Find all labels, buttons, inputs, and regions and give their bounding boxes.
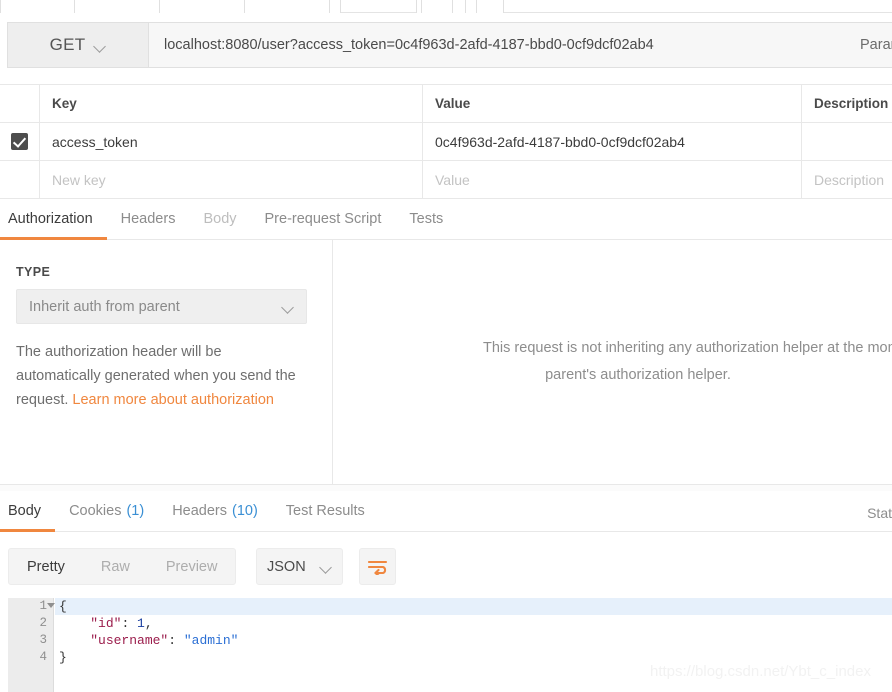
- word-wrap-icon: [367, 560, 387, 575]
- response-tab-cookies[interactable]: Cookies (1): [55, 492, 158, 532]
- auth-right-column: This request is not inheriting any autho…: [334, 240, 892, 484]
- view-mode-segmented-control: Pretty Raw Preview: [8, 548, 237, 585]
- code-token-pun: :: [168, 633, 184, 648]
- response-tab-label: Body: [8, 502, 42, 519]
- request-tab-5[interactable]: [329, 0, 341, 13]
- response-tab-label: Cookies: [69, 502, 122, 519]
- response-format-value: JSON: [267, 558, 306, 575]
- table-row: access_token 0c4f963d-2afd-4187-bbd0-0cf…: [0, 123, 892, 161]
- response-status-label: Stat: [867, 505, 892, 521]
- row-checkbox[interactable]: [11, 133, 28, 150]
- request-tab-4[interactable]: [244, 0, 330, 13]
- tab-pre-request-script[interactable]: Pre-request Script: [251, 200, 396, 240]
- chevron-down-icon: [321, 563, 332, 570]
- response-format-select[interactable]: JSON: [256, 548, 343, 585]
- code-line: {: [55, 598, 892, 615]
- response-tab-headers[interactable]: Headers (10): [158, 492, 272, 532]
- header-key: Key: [40, 85, 423, 122]
- view-mode-preview[interactable]: Preview: [148, 549, 236, 584]
- request-tab-3[interactable]: [159, 0, 245, 13]
- tab-tests[interactable]: Tests: [395, 200, 457, 240]
- watermark: https://blog.csdn.net/Ybt_c_index: [650, 663, 871, 680]
- word-wrap-button[interactable]: [359, 548, 396, 585]
- line-number: 2: [39, 616, 47, 630]
- line-number: 3: [39, 633, 47, 647]
- code-line: "username": "admin": [55, 632, 892, 649]
- row-enable-cell[interactable]: [0, 123, 40, 160]
- code-token-pun: [59, 633, 90, 648]
- new-row-checkbox-cell[interactable]: [0, 161, 40, 198]
- response-tab-body[interactable]: Body: [0, 492, 56, 532]
- response-tab-label: Test Results: [285, 502, 365, 519]
- auth-help-text: The authorization header will be automat…: [16, 340, 301, 412]
- fold-triangle-icon[interactable]: [47, 603, 55, 608]
- code-token-pun: :: [121, 616, 138, 631]
- response-separator: [0, 484, 892, 491]
- line-number-gutter: 12 3 4: [8, 598, 55, 692]
- new-description-input[interactable]: Description: [802, 161, 892, 198]
- http-method-label: GET: [49, 35, 86, 54]
- view-mode-raw[interactable]: Raw: [83, 549, 148, 584]
- new-key-input[interactable]: New key: [40, 161, 423, 198]
- request-tab-8[interactable]: [452, 0, 466, 13]
- row-description-input[interactable]: [802, 123, 892, 160]
- request-tab-7[interactable]: [421, 0, 453, 13]
- table-header-row: Key Value Description: [0, 85, 892, 123]
- code-token-pun: }: [59, 650, 67, 665]
- code-token-num: 1: [137, 616, 145, 631]
- response-tab-count: (1): [126, 502, 145, 519]
- header-value: Value: [423, 85, 802, 122]
- code-token-pun: [59, 616, 90, 631]
- request-tab-10[interactable]: [476, 0, 504, 13]
- auth-inherit-notice: This request is not inheriting any autho…: [333, 335, 892, 389]
- request-section-tabs: Authorization Headers Body Pre-request Scri…: [0, 199, 892, 240]
- view-mode-pretty[interactable]: Pretty: [9, 549, 83, 584]
- code-token-key: "username": [90, 633, 169, 648]
- auth-notice-line-1: This request is not inheriting any autho…: [483, 340, 892, 356]
- auth-type-label: TYPE: [16, 265, 51, 279]
- url-bar: GET localhost:8080/user?access_token=0c4…: [7, 22, 892, 68]
- table-new-row: New key Value Description: [0, 161, 892, 199]
- chevron-down-icon: [283, 303, 294, 310]
- code-token-pun: ,: [144, 616, 153, 631]
- tab-headers[interactable]: Headers: [107, 200, 190, 240]
- code-token-pun: {: [59, 599, 67, 614]
- header-description: Description: [814, 96, 889, 111]
- request-tab-1[interactable]: [0, 0, 75, 13]
- auth-notice-line-2: parent's authorization helper.: [545, 367, 731, 383]
- response-tab-count: (10): [232, 502, 258, 519]
- auth-learn-more-link[interactable]: Learn more about authorization: [72, 392, 274, 408]
- row-value-input[interactable]: 0c4f963d-2afd-4187-bbd0-0cf9dcf02ab4: [423, 123, 802, 160]
- code-token-key: "id": [90, 616, 122, 631]
- code-token-str: "admin": [183, 633, 239, 648]
- line-number: 1: [8, 598, 55, 615]
- http-method-selector[interactable]: GET: [7, 22, 148, 68]
- auth-type-value: Inherit auth from parent: [29, 298, 180, 315]
- tab-body[interactable]: Body: [189, 200, 250, 240]
- response-section-tabs: Body Cookies (1) Headers (10) Test Results: [0, 491, 892, 532]
- tab-authorization[interactable]: Authorization: [0, 200, 107, 240]
- query-params-table: Key Value Description access_token 0c4f9…: [0, 84, 892, 199]
- code-line: "id": 1,: [55, 615, 892, 632]
- request-tab-2[interactable]: [74, 0, 160, 13]
- new-value-input[interactable]: Value: [423, 161, 802, 198]
- auth-type-select[interactable]: Inherit auth from parent: [16, 289, 307, 324]
- request-tab-strip[interactable]: [0, 0, 892, 13]
- auth-left-column: TYPE Inherit auth from parent The author…: [0, 240, 333, 484]
- url-input[interactable]: localhost:8080/user?access_token=0c4f963…: [148, 22, 892, 68]
- line-number: 4: [39, 650, 47, 664]
- row-key-input[interactable]: access_token: [40, 123, 423, 160]
- header-checkbox-cell: [0, 85, 40, 122]
- authorization-panel: TYPE Inherit auth from parent The author…: [0, 240, 892, 484]
- response-tab-label: Headers: [172, 502, 227, 519]
- response-body-toolbar: Pretty Raw Preview JSON: [0, 540, 892, 598]
- params-button[interactable]: Params: [845, 22, 892, 68]
- response-tab-test-results[interactable]: Test Results: [272, 492, 379, 532]
- chevron-down-icon: [95, 42, 106, 49]
